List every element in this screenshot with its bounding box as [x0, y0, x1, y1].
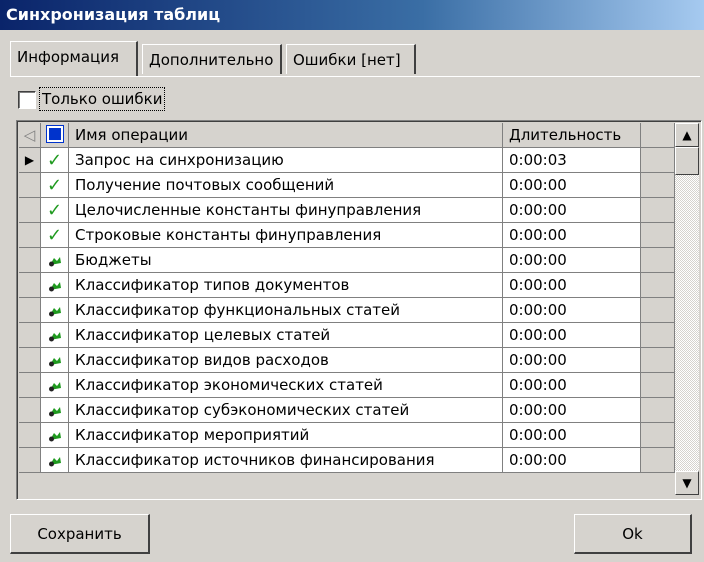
row-filler [641, 273, 675, 298]
sync-icon [41, 423, 69, 448]
check-icon: ✓ [41, 173, 69, 198]
check-icon: ✓ [41, 148, 69, 173]
operation-name[interactable]: Классификатор источников финансирования [69, 448, 503, 473]
row-filler [641, 173, 675, 198]
operations-grid[interactable]: ◁ Имя операции Длительность ▶ ✓ Запрос на … [16, 120, 702, 500]
operation-duration[interactable]: 0:00:00 [503, 248, 641, 273]
sync-icon [41, 373, 69, 398]
row-filler [641, 348, 675, 373]
row-indicator[interactable] [19, 273, 41, 298]
sync-icon [41, 323, 69, 348]
row-filler [641, 373, 675, 398]
row-indicator[interactable] [19, 348, 41, 373]
operation-duration[interactable]: 0:00:00 [503, 398, 641, 423]
vertical-scrollbar[interactable]: ▲ ▼ [675, 123, 699, 495]
operation-name[interactable]: Классификатор типов документов [69, 273, 503, 298]
row-filler [641, 148, 675, 173]
operation-name[interactable]: Запрос на синхронизацию [69, 148, 503, 173]
operation-name[interactable]: Классификатор мероприятий [69, 423, 503, 448]
row-indicator[interactable] [19, 323, 41, 348]
operation-duration[interactable]: 0:00:00 [503, 373, 641, 398]
row-filler [641, 223, 675, 248]
operation-duration[interactable]: 0:00:00 [503, 423, 641, 448]
operation-name[interactable]: Классификатор субэкономических статей [69, 398, 503, 423]
operation-name[interactable]: Получение почтовых сообщений [69, 173, 503, 198]
header-indicator: ◁ [19, 123, 41, 148]
sync-icon [41, 273, 69, 298]
scroll-up-button[interactable]: ▲ [675, 123, 699, 147]
operation-name[interactable]: Бюджеты [69, 248, 503, 273]
column-header-name[interactable]: Имя операции [69, 123, 503, 148]
operation-name[interactable]: Классификатор видов расходов [69, 348, 503, 373]
row-filler [641, 448, 675, 473]
operation-duration[interactable]: 0:00:00 [503, 273, 641, 298]
sync-icon [41, 448, 69, 473]
sync-icon [41, 298, 69, 323]
operation-duration[interactable]: 0:00:00 [503, 323, 641, 348]
operation-duration[interactable]: 0:00:00 [503, 173, 641, 198]
row-indicator[interactable] [19, 223, 41, 248]
operation-name[interactable]: Классификатор целевых статей [69, 323, 503, 348]
row-filler [641, 323, 675, 348]
tab-additional[interactable]: Дополнительно [142, 44, 282, 74]
operation-duration[interactable]: 0:00:00 [503, 448, 641, 473]
check-icon: ✓ [41, 223, 69, 248]
tab-divider [10, 76, 700, 77]
row-indicator[interactable]: ▶ [19, 148, 41, 173]
row-filler [641, 198, 675, 223]
sync-icon [41, 248, 69, 273]
operation-duration[interactable]: 0:00:03 [503, 148, 641, 173]
row-indicator[interactable] [19, 448, 41, 473]
ok-button[interactable]: Ok [574, 514, 692, 554]
operation-duration[interactable]: 0:00:00 [503, 348, 641, 373]
operation-duration[interactable]: 0:00:00 [503, 223, 641, 248]
row-indicator[interactable] [19, 248, 41, 273]
tab-errors[interactable]: Ошибки [нет] [286, 44, 416, 74]
sync-icon [41, 348, 69, 373]
only-errors-checkbox[interactable] [18, 91, 36, 109]
operation-name[interactable]: Целочисленные константы финуправления [69, 198, 503, 223]
save-button[interactable]: Сохранить [10, 514, 150, 554]
row-filler [641, 298, 675, 323]
window-title: Синхронизация таблиц [0, 0, 704, 30]
row-indicator[interactable] [19, 373, 41, 398]
operation-duration[interactable]: 0:00:00 [503, 298, 641, 323]
operation-name[interactable]: Классификатор экономических статей [69, 373, 503, 398]
header-filler [641, 123, 675, 148]
row-indicator[interactable] [19, 173, 41, 198]
check-icon: ✓ [41, 198, 69, 223]
row-indicator[interactable] [19, 398, 41, 423]
scroll-thumb[interactable] [675, 147, 699, 175]
row-filler [641, 248, 675, 273]
operation-name[interactable]: Классификатор функциональных статей [69, 298, 503, 323]
row-filler [641, 423, 675, 448]
column-header-duration[interactable]: Длительность [503, 123, 641, 148]
sync-icon [41, 398, 69, 423]
row-indicator[interactable] [19, 298, 41, 323]
row-indicator[interactable] [19, 423, 41, 448]
row-filler [641, 398, 675, 423]
operation-name[interactable]: Строковые константы финуправления [69, 223, 503, 248]
only-errors-label[interactable]: Только ошибки [38, 87, 166, 111]
row-indicator[interactable] [19, 198, 41, 223]
tab-information[interactable]: Информация [10, 41, 138, 76]
header-select-all-icon[interactable] [41, 123, 69, 148]
operation-duration[interactable]: 0:00:00 [503, 198, 641, 223]
scroll-down-button[interactable]: ▼ [675, 471, 699, 495]
